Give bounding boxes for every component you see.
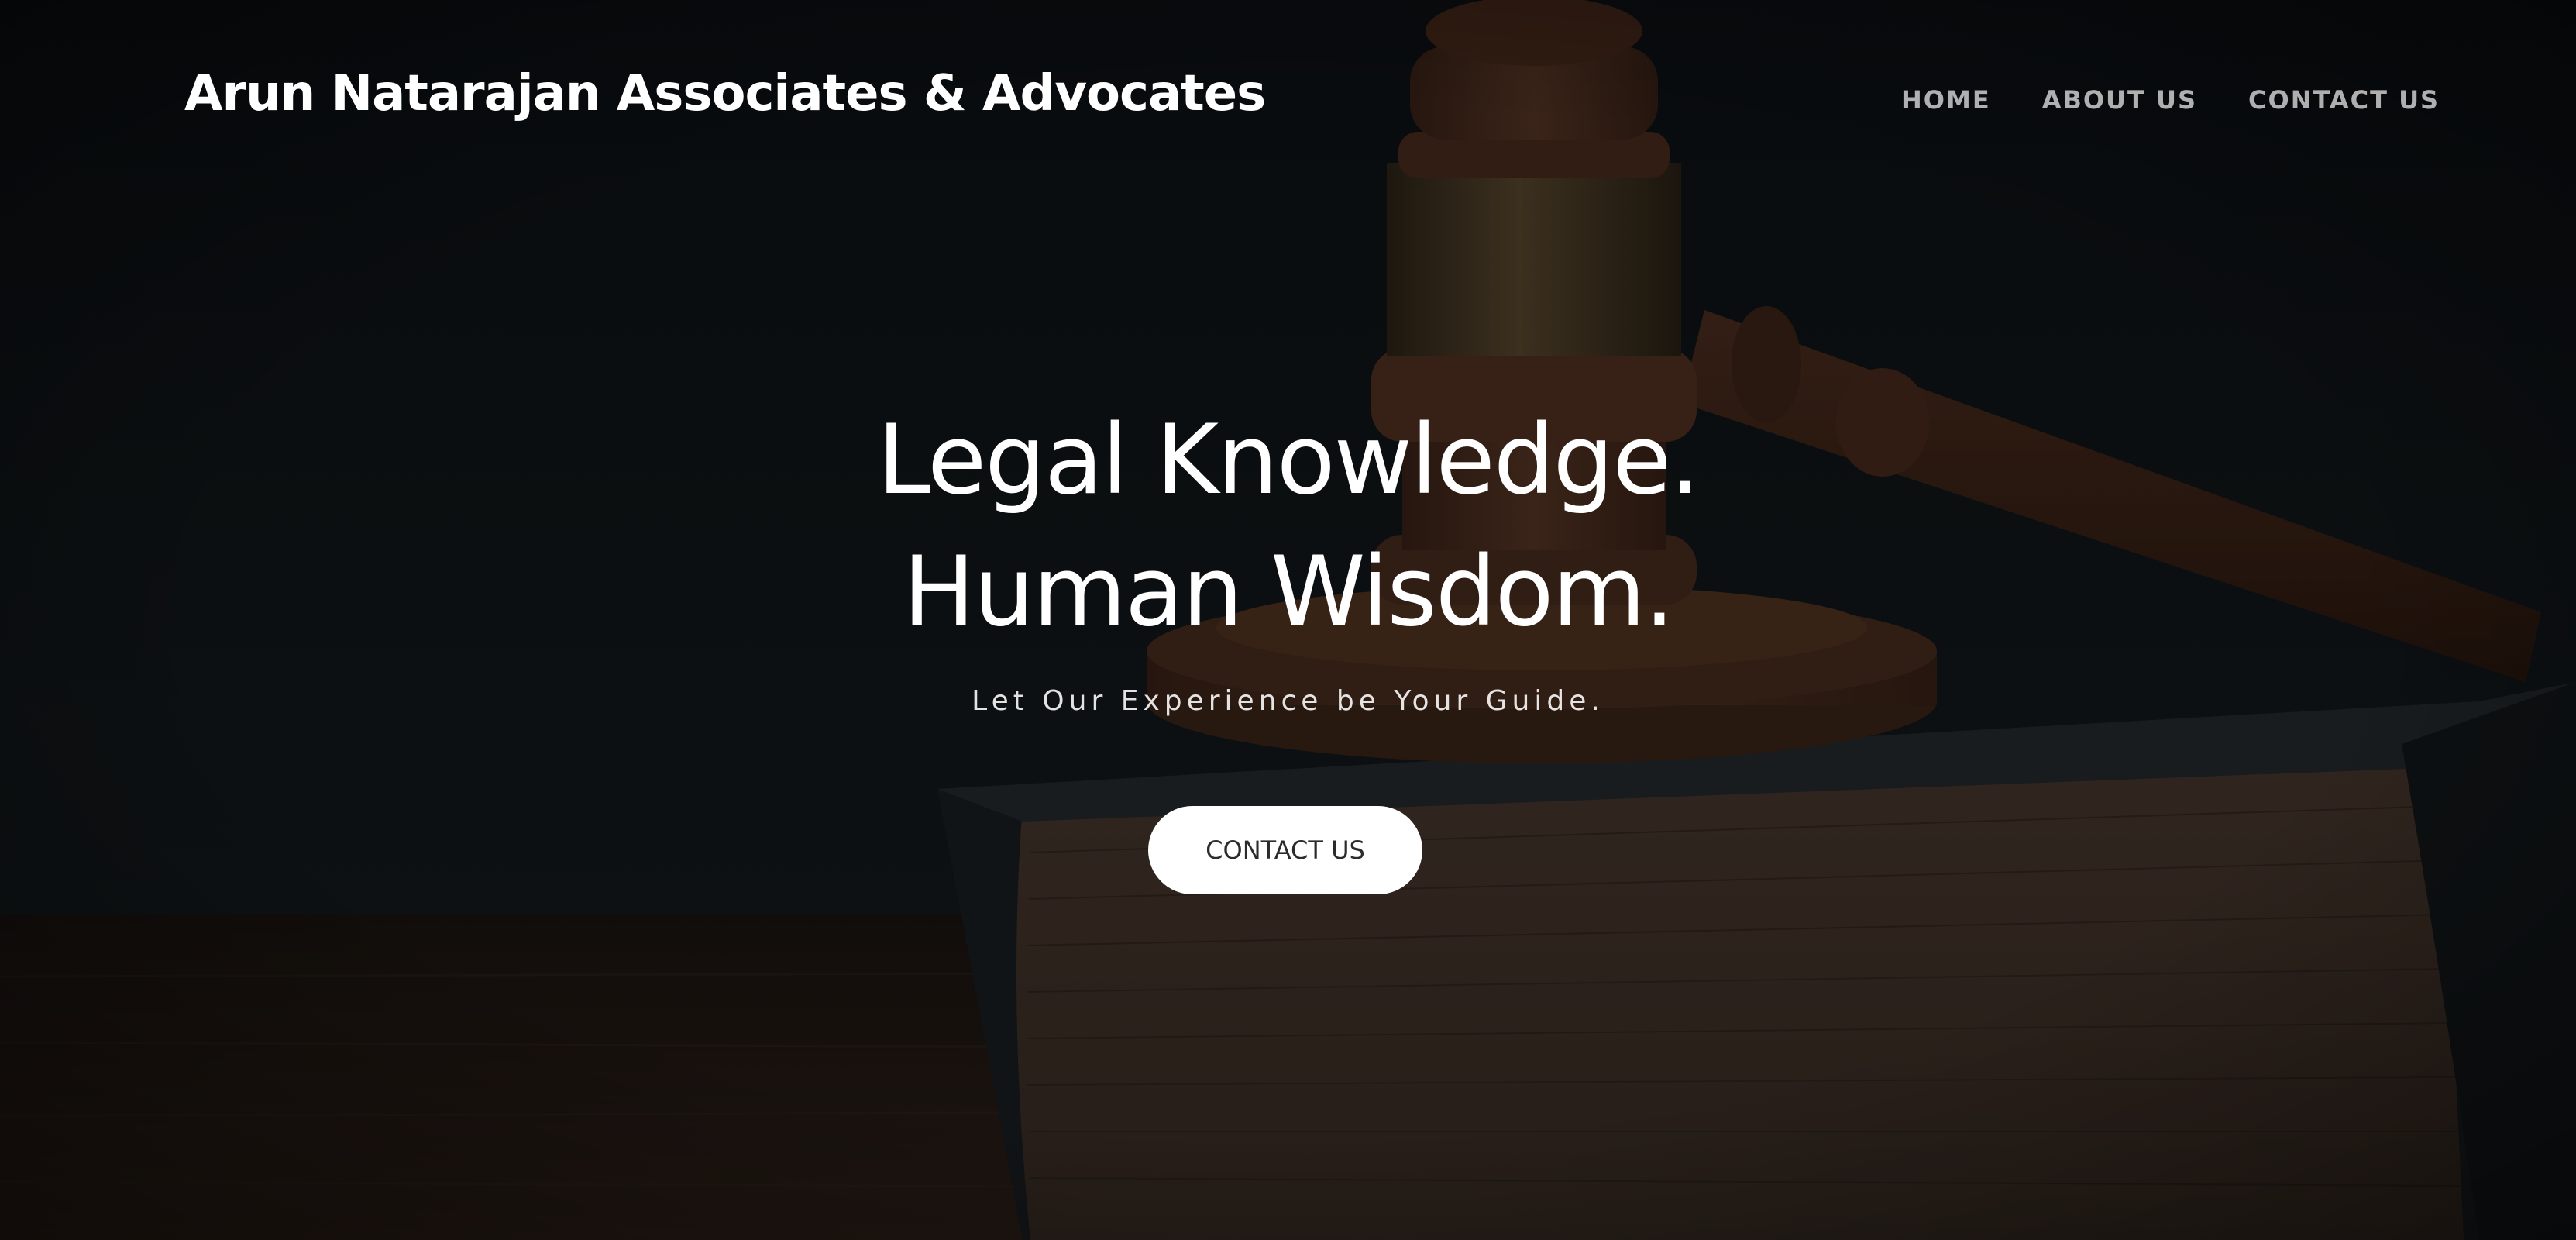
nav-link-contact-us[interactable]: CONTACT US — [2248, 85, 2440, 115]
top-navbar: Arun Natarajan Associates & Advocates HO… — [0, 0, 2576, 202]
contact-us-button[interactable]: CONTACT US — [1148, 806, 1422, 894]
site-brand[interactable]: Arun Natarajan Associates & Advocates — [184, 65, 1266, 122]
nav-link-about-us[interactable]: ABOUT US — [2042, 85, 2197, 115]
nav-links: HOME ABOUT US CONTACT US — [1901, 85, 2440, 115]
hero-subheading: Let Our Experience be Your Guide. — [972, 685, 1604, 717]
nav-link-home[interactable]: HOME — [1901, 85, 1991, 115]
hero-section: Arun Natarajan Associates & Advocates HO… — [0, 0, 2576, 1240]
hero-headline-line-1: Legal Knowledge. — [877, 405, 1701, 516]
hero-headline-line-2: Human Wisdom. — [903, 536, 1674, 648]
